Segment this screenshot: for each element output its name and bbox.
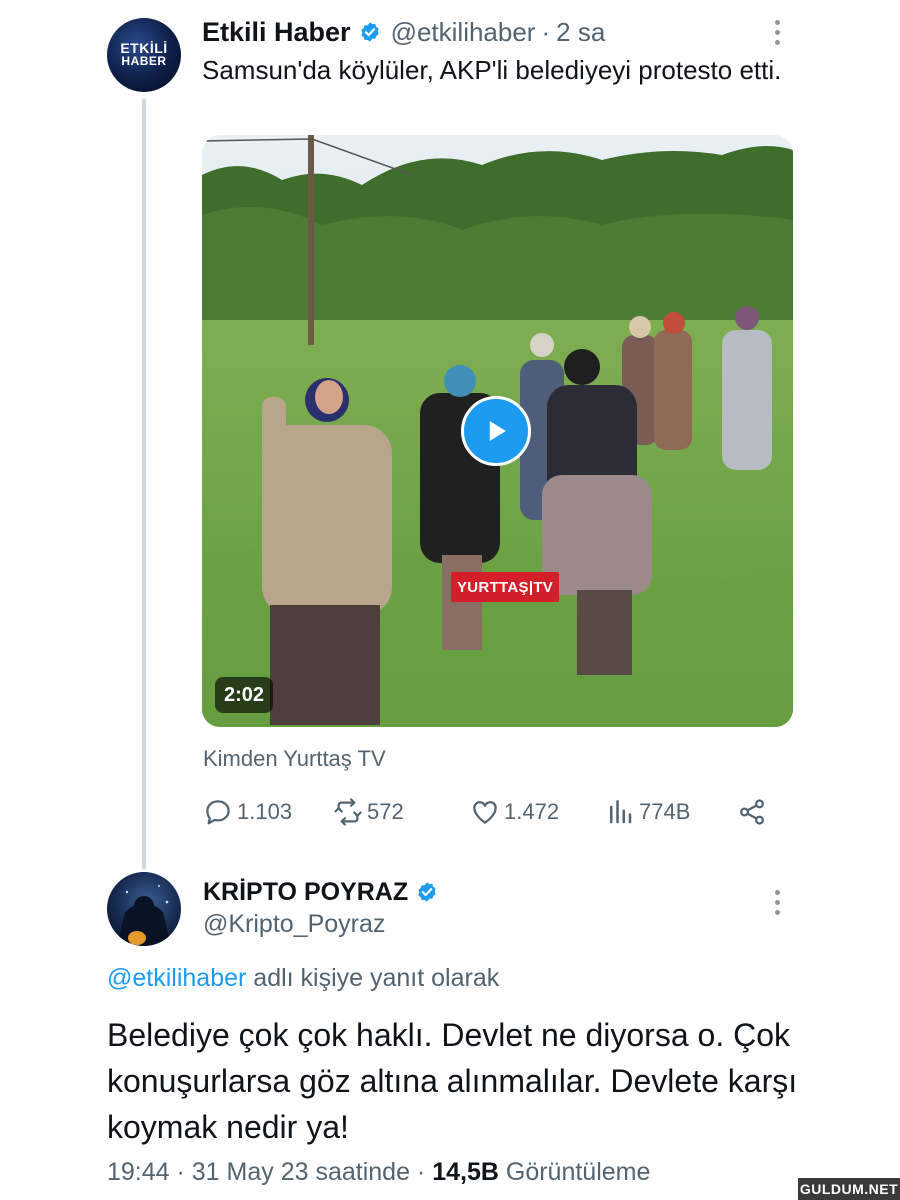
author-handle[interactable]: @etkilihaber <box>391 17 536 48</box>
share-icon <box>739 799 765 825</box>
play-icon <box>489 421 506 441</box>
play-button[interactable] <box>461 396 531 466</box>
like-count: 1.472 <box>504 799 560 824</box>
avatar[interactable] <box>107 872 181 946</box>
more-options-icon[interactable] <box>774 20 780 45</box>
channel-logo: YURTTAŞ|TV <box>451 572 560 602</box>
reply-to-label: adlı kişiye yanıt olarak <box>246 964 500 992</box>
reply-text: Belediye çok çok haklı. Devlet ne diyors… <box>107 1017 798 1145</box>
retweet-icon <box>334 798 362 826</box>
tweet-text: Samsun'da köylüler, AKP'li belediyeyi pr… <box>202 55 782 85</box>
views-button[interactable]: 774B <box>605 792 690 832</box>
reply-icon <box>206 800 230 825</box>
tweet-time[interactable]: 2 sa <box>556 17 605 48</box>
avatar-image <box>117 885 171 946</box>
media-source[interactable]: Kimden Yurttaş TV <box>203 746 386 772</box>
view-count: 14,5B <box>432 1158 499 1186</box>
tweet-header: Etkili Haber @etkilihaber · 2 sa <box>202 14 605 50</box>
retweet-button[interactable]: 572 <box>333 792 404 832</box>
separator: · <box>169 1158 192 1186</box>
retweet-count: 572 <box>367 799 404 824</box>
reply-to-link[interactable]: @etkilihaber <box>107 964 246 992</box>
avatar[interactable]: ETKİLİ HABER <box>107 18 181 92</box>
view-label: Görüntüleme <box>498 1158 651 1186</box>
verified-badge-icon <box>360 22 379 42</box>
more-options-icon[interactable] <box>774 890 780 915</box>
author-handle[interactable]: @Kripto_Poyraz <box>203 910 385 939</box>
author-name[interactable]: KRİPTO POYRAZ <box>203 878 408 907</box>
reply-date[interactable]: 31 May 23 saatinde <box>192 1158 410 1186</box>
author-name[interactable]: Etkili Haber <box>202 17 351 48</box>
share-button[interactable] <box>737 792 771 832</box>
reply-time[interactable]: 19:44 <box>107 1158 170 1186</box>
views-count: 774B <box>639 799 691 824</box>
thread-connector-line <box>142 98 146 870</box>
reply-header: KRİPTO POYRAZ <box>203 874 438 910</box>
like-button[interactable]: 1.472 <box>470 792 559 832</box>
verified-badge-icon <box>418 882 436 902</box>
heart-icon <box>473 801 497 824</box>
tweet-action-bar: 1.103 572 1.472 774B <box>203 792 783 832</box>
reply-button[interactable]: 1.103 <box>203 792 292 832</box>
reply-count: 1.103 <box>237 799 293 824</box>
watermark: GULDUM.NET <box>798 1178 900 1200</box>
avatar-text: HABER <box>121 54 167 68</box>
separator: · <box>409 1158 433 1186</box>
separator: · <box>541 16 551 47</box>
replying-to: @etkilihaber adlı kişiye yanıt olarak <box>107 964 499 993</box>
video-duration: 2:02 <box>215 677 274 713</box>
tweet-meta: 19:44 · 31 May 23 saatinde · 14,5B Görün… <box>107 1158 650 1187</box>
views-chart-icon <box>610 800 632 824</box>
